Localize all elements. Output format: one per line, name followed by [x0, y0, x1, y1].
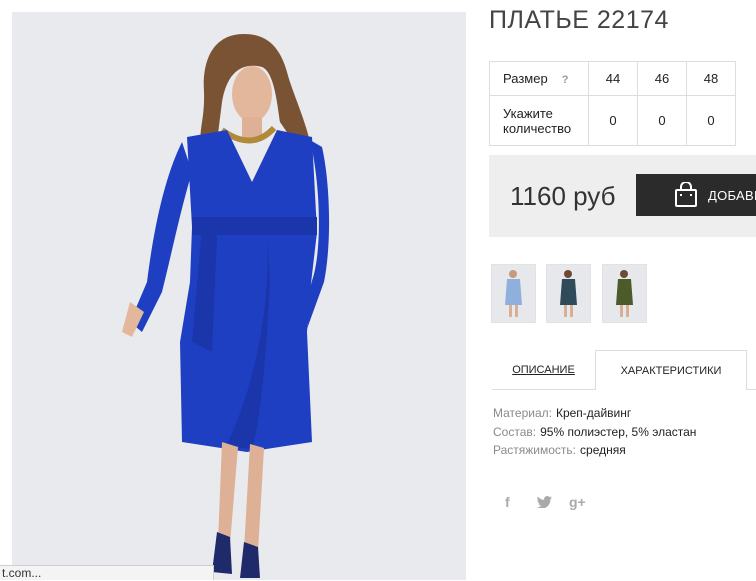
- size-label: Размер: [503, 71, 548, 86]
- quantity-input[interactable]: 0: [686, 95, 736, 146]
- add-to-cart-button[interactable]: ДОБАВИ: [636, 174, 756, 216]
- spec-row: Растяжимость: средняя: [493, 441, 696, 460]
- spec-key: Состав:: [493, 424, 537, 439]
- twitter-bird-shape: [537, 496, 552, 509]
- size-help-icon[interactable]: ?: [562, 74, 569, 86]
- facebook-icon[interactable]: f: [505, 494, 510, 510]
- shopping-bag-icon: [675, 182, 697, 207]
- quantity-row-header: Укажите количество: [489, 95, 589, 146]
- characteristics-list: Материал: Креп-дайвинг Состав: 95% полиэст…: [493, 404, 696, 460]
- add-to-cart-label: ДОБАВИ: [708, 188, 756, 203]
- size-quantity-table: Размер? 44 46 48 Укажите количество 0 0 …: [489, 61, 736, 146]
- size-cell: 44: [588, 61, 638, 96]
- quantity-label-line2: количество: [503, 120, 572, 136]
- quantity-input[interactable]: 0: [588, 95, 638, 146]
- twitter-icon[interactable]: [537, 495, 552, 511]
- thumbnail-olive-dress[interactable]: [602, 264, 647, 323]
- product-main-image[interactable]: [12, 12, 466, 580]
- spec-value: средняя: [580, 443, 626, 457]
- product-title: ПЛАТЬЕ 22174: [489, 6, 669, 34]
- tab-characteristics[interactable]: ХАРАКТЕРИСТИКИ: [595, 350, 747, 390]
- thumbnail-image: [560, 270, 577, 317]
- size-row-header: Размер?: [489, 61, 589, 96]
- product-tabs: ОПИСАНИЕ ХАРАКТЕРИСТИКИ: [492, 350, 756, 390]
- dress-model-illustration: [122, 34, 330, 578]
- quantity-label-line1: Укажите: [503, 105, 553, 121]
- thumbnail-light-blue-dress[interactable]: [491, 264, 536, 323]
- tab-description[interactable]: ОПИСАНИЕ: [492, 350, 595, 390]
- size-row: Размер? 44 46 48: [489, 61, 736, 96]
- quantity-row: Укажите количество 0 0 0: [489, 95, 736, 146]
- thumbnail-image: [616, 270, 633, 317]
- spec-value: Креп-дайвинг: [555, 406, 632, 420]
- product-price: 1160 руб: [510, 181, 616, 211]
- quantity-input[interactable]: 0: [637, 95, 687, 146]
- tab-divider: [747, 389, 756, 390]
- spec-key: Материал:: [493, 406, 552, 420]
- thumbnail-image: [505, 270, 522, 317]
- google-plus-icon[interactable]: g+: [569, 494, 586, 510]
- size-cell: 46: [637, 61, 687, 96]
- browser-status-url: t.com...: [0, 565, 214, 580]
- spec-key: Растяжимость:: [493, 443, 577, 457]
- spec-row: Состав: 95% полиэстер, 5% эластан: [493, 423, 696, 442]
- size-cell: 48: [686, 61, 736, 96]
- price-panel: 1160 руб ДОБАВИ: [489, 155, 756, 237]
- thumbnail-dark-teal-dress[interactable]: [546, 264, 591, 323]
- spec-value: 95% полиэстер, 5% эластан: [540, 424, 697, 439]
- spec-row: Материал: Креп-дайвинг: [493, 404, 696, 423]
